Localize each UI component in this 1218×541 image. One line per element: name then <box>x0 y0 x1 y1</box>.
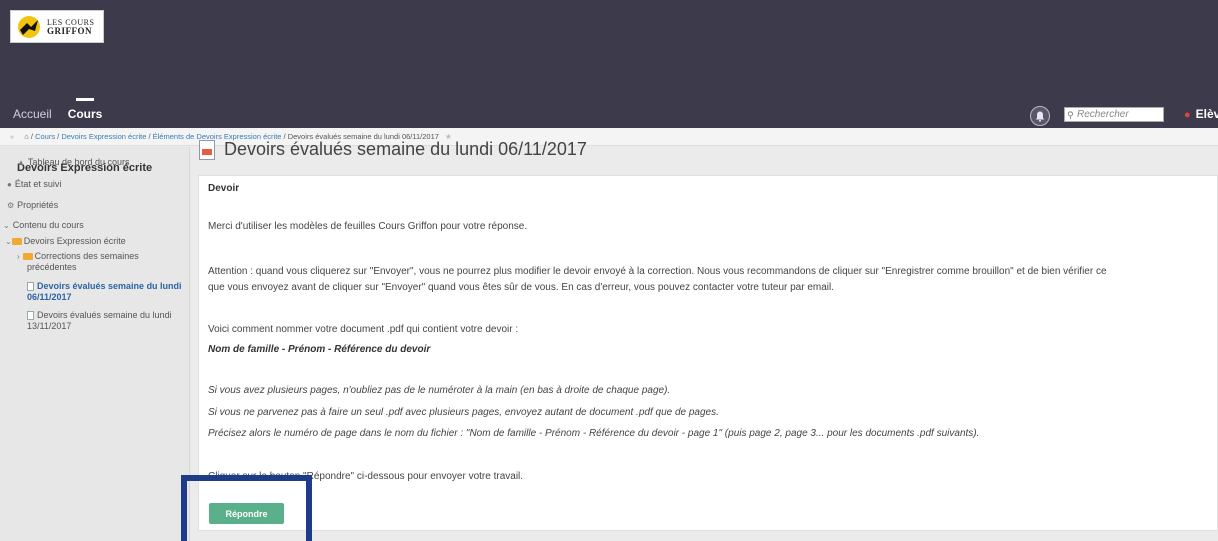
sidebar-item-folder[interactable]: ⌄ Devoirs Expression écrite <box>5 236 126 246</box>
nav-cours[interactable]: Cours <box>68 98 102 121</box>
main-nav: Accueil Cours <box>13 98 102 121</box>
assignment-icon <box>27 282 34 292</box>
sidebar-content-label: Contenu du cours <box>12 220 84 230</box>
instruction-naming-format: Nom de famille - Prénom - Référence du d… <box>208 344 431 355</box>
nav-accueil[interactable]: Accueil <box>13 107 52 121</box>
instruction-templates: Merci d'utiliser les modèles de feuilles… <box>208 221 528 232</box>
logo-line-2: GRIFFON <box>47 25 92 36</box>
user-menu[interactable]: ● Elèv <box>1184 107 1218 121</box>
breadcrumb: « ⌂ / Cours / Devoirs Expression écrite … <box>0 128 1218 146</box>
sidebar-tracking-label: État et suivi <box>14 179 62 189</box>
sidebar-corrections-line1: Corrections des semaines <box>34 251 139 261</box>
assignment-icon <box>27 311 34 321</box>
main-content: Devoirs évalués semaine du lundi 06/11/2… <box>190 139 1218 541</box>
breadcrumb-devoirs[interactable]: Devoirs Expression écrite <box>61 132 146 141</box>
chevron-down-icon: ⌄ <box>3 221 10 230</box>
instruction-warning-line1: Attention : quand vous cliquerez sur "En… <box>208 266 1107 277</box>
search-icon: ⚲ <box>1067 110 1074 120</box>
folder-icon <box>11 238 22 246</box>
assignment-card: Devoir Merci d'utiliser les modèles de f… <box>198 175 1218 531</box>
instruction-warning-line2: que vous envoyez avant de cliquer sur "E… <box>208 282 835 293</box>
sidebar-item-next-assignment[interactable]: Devoirs évalués semaine du lundi 13/11/2… <box>27 310 172 332</box>
sidebar-current-line2: 06/11/2017 <box>27 292 72 302</box>
page-title: Devoirs évalués semaine du lundi 06/11/2… <box>199 139 587 160</box>
search-placeholder: Rechercher <box>1077 109 1129 120</box>
sidebar-corrections-line2: précédentes <box>27 262 77 272</box>
card-title: Devoir <box>208 183 240 194</box>
chart-icon: ● <box>7 180 12 189</box>
sidebar-properties-label: Propriétés <box>17 200 59 210</box>
sidebar-item-content[interactable]: ⌄ Contenu du cours <box>3 220 84 230</box>
sidebar-item-properties[interactable]: ⚙ Propriétés <box>7 200 58 210</box>
instruction-pages-1: Si vous avez plusieurs pages, n'oubliez … <box>208 385 671 396</box>
sidebar-next-line2: 13/11/2017 <box>27 321 72 331</box>
instruction-naming: Voici comment nommer votre document .pdf… <box>208 324 519 335</box>
folder-icon <box>22 253 33 261</box>
site-logo[interactable]: LES COURS GRIFFON <box>10 10 104 43</box>
home-icon[interactable]: ⌂ <box>24 132 29 141</box>
chevron-right-icon: › <box>17 252 20 261</box>
collapse-sidebar-icon[interactable]: « <box>10 132 14 141</box>
page-title-text: Devoirs évalués semaine du lundi 06/11/2… <box>224 139 587 159</box>
sidebar-item-corrections[interactable]: › Corrections des semaines précédentes <box>17 251 139 273</box>
griffon-logo-icon <box>18 15 40 38</box>
user-label: Elèv <box>1195 107 1218 121</box>
gear-icon: ⚙ <box>7 201 15 210</box>
sidebar-folder-label: Devoirs Expression écrite <box>23 236 126 246</box>
instruction-pages-2: Si vous ne parvenez pas à faire un seul … <box>208 407 719 418</box>
search-input[interactable]: ⚲ Rechercher <box>1064 107 1164 122</box>
chevron-down-icon: ⌄ <box>5 237 12 246</box>
user-icon: ● <box>1184 109 1191 121</box>
assignment-icon <box>199 139 215 160</box>
notifications-button[interactable] <box>1030 106 1050 126</box>
instruction-pages-3: Précisez alors le numéro de page dans le… <box>208 428 980 439</box>
breadcrumb-cours[interactable]: Cours <box>35 132 55 141</box>
logo-text: LES COURS GRIFFON <box>47 18 94 36</box>
highlight-annotation <box>181 475 312 541</box>
sidebar-current-line1: Devoirs évalués semaine du lundi <box>37 281 182 291</box>
sidebar-item-current-assignment[interactable]: Devoirs évalués semaine du lundi 06/11/2… <box>27 281 182 303</box>
bell-icon <box>1035 111 1045 122</box>
sidebar-next-line1: Devoirs évalués semaine du lundi <box>37 310 172 320</box>
course-menu-items: ● État et suivi ⚙ Propriétés ⌄ Contenu du c… <box>0 147 190 541</box>
top-navbar: LES COURS GRIFFON Accueil Cours ⚲ Recher… <box>0 0 1218 128</box>
sidebar-item-tracking[interactable]: ● État et suivi <box>7 179 61 189</box>
